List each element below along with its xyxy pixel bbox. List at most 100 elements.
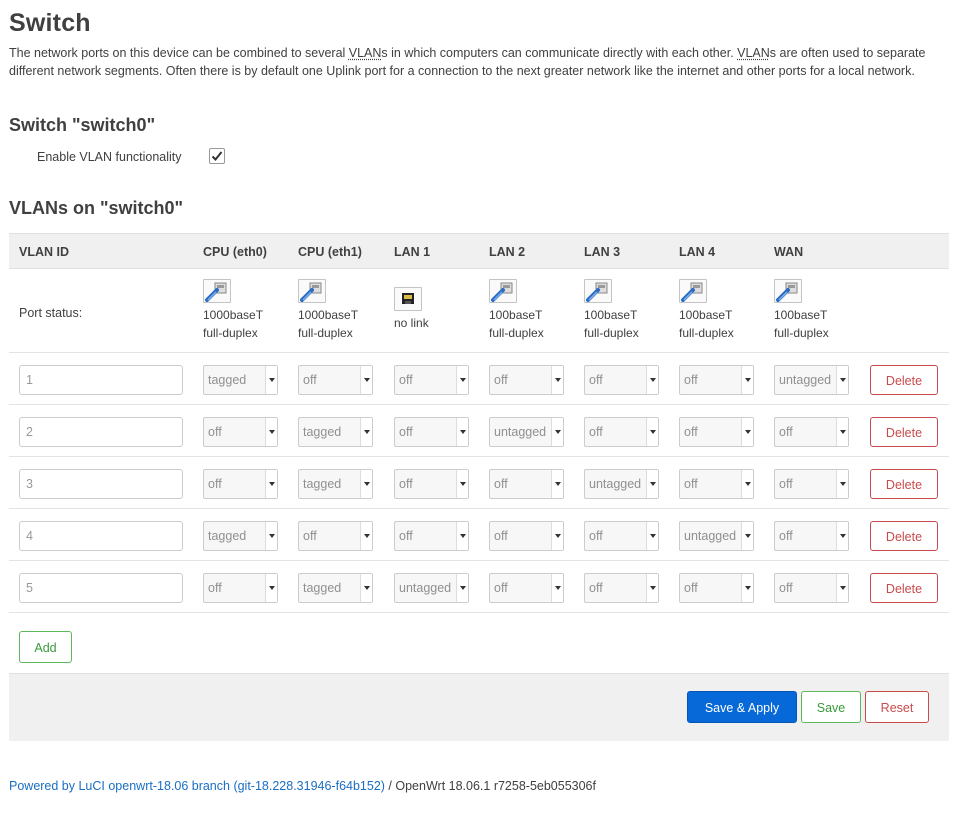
switch-page: Switch The network ports on this device … [0, 0, 964, 822]
port-mode-select-lan3[interactable]: off [584, 521, 659, 551]
vlan-id-input[interactable] [19, 469, 183, 499]
delete-vlan-button[interactable]: Delete [870, 417, 938, 447]
port-mode-select-lan2[interactable]: off [489, 365, 564, 395]
port-mode-select-lan4[interactable]: off [679, 573, 754, 603]
delete-vlan-button[interactable]: Delete [870, 365, 938, 395]
port-status-lan4: 100baseT full-duplex [679, 279, 734, 342]
enable-vlan-label: Enable VLAN functionality [37, 150, 182, 164]
port-mode-select-wan[interactable]: off [774, 573, 849, 603]
port-mode-select-cpu-eth1[interactable]: tagged [298, 417, 373, 447]
port-mode-select-cpu-eth0[interactable]: off [203, 469, 278, 499]
dropdown-arrow-icon [741, 366, 753, 394]
column-header-lan4: LAN 4 [679, 245, 716, 259]
port-mode-value: untagged [399, 581, 452, 595]
port-status-wan: 100baseT full-duplex [774, 279, 829, 342]
add-vlan-button[interactable]: Add [19, 631, 72, 663]
dropdown-arrow-icon [741, 470, 753, 498]
delete-vlan-button[interactable]: Delete [870, 469, 938, 499]
port-mode-select-lan3[interactable]: off [584, 365, 659, 395]
port-mode-select-lan1[interactable]: off [394, 521, 469, 551]
vlan-id-input[interactable] [19, 365, 183, 395]
port-mode-select-lan2[interactable]: off [489, 573, 564, 603]
page-description: The network ports on this device can be … [9, 46, 926, 78]
dropdown-arrow-icon [646, 522, 658, 550]
vlan-row: tagged off off off off off untagged Delete [9, 353, 949, 405]
dropdown-arrow-icon [551, 470, 563, 498]
dropdown-arrow-icon [265, 522, 277, 550]
dropdown-arrow-icon [646, 574, 658, 602]
port-mode-value: off [399, 373, 413, 387]
footer-version: OpenWrt 18.06.1 r7258-5eb055306f [395, 779, 596, 793]
port-mode-select-cpu-eth1[interactable]: off [298, 521, 373, 551]
port-mode-value: tagged [303, 477, 342, 491]
port-status-lan3: 100baseT full-duplex [584, 279, 639, 342]
vlan-id-input[interactable] [19, 573, 183, 603]
ethernet-connected-icon [774, 279, 802, 303]
vlan-row: tagged off off off off untagged off Delete [9, 509, 949, 561]
port-mode-select-lan1[interactable]: off [394, 417, 469, 447]
port-mode-select-cpu-eth0[interactable]: tagged [203, 521, 278, 551]
port-mode-select-wan[interactable]: off [774, 469, 849, 499]
port-mode-value: off [208, 477, 222, 491]
dropdown-arrow-icon [360, 418, 372, 446]
port-mode-select-lan2[interactable]: off [489, 469, 564, 499]
port-mode-select-lan3[interactable]: untagged [584, 469, 659, 499]
port-mode-value: off [684, 373, 698, 387]
port-mode-value: off [779, 581, 793, 595]
port-mode-select-cpu-eth0[interactable]: off [203, 417, 278, 447]
port-mode-value: off [208, 425, 222, 439]
ethernet-connected-icon [298, 279, 326, 303]
delete-vlan-button[interactable]: Delete [870, 573, 938, 603]
port-mode-select-cpu-eth1[interactable]: tagged [298, 469, 373, 499]
vlan-id-input[interactable] [19, 417, 183, 447]
port-mode-select-lan2[interactable]: off [489, 521, 564, 551]
port-mode-select-wan[interactable]: off [774, 521, 849, 551]
port-mode-select-cpu-eth1[interactable]: off [298, 365, 373, 395]
dropdown-arrow-icon [836, 470, 848, 498]
port-mode-select-lan4[interactable]: off [679, 417, 754, 447]
column-header-lan2: LAN 2 [489, 245, 526, 259]
delete-vlan-button[interactable]: Delete [870, 521, 938, 551]
port-mode-select-cpu-eth0[interactable]: off [203, 573, 278, 603]
port-mode-select-lan4[interactable]: off [679, 469, 754, 499]
port-mode-select-lan2[interactable]: untagged [489, 417, 564, 447]
port-mode-select-lan1[interactable]: untagged [394, 573, 469, 603]
dropdown-arrow-icon [741, 418, 753, 446]
save-apply-button[interactable]: Save & Apply [687, 691, 797, 723]
ethernet-connected-icon [679, 279, 707, 303]
port-mode-select-cpu-eth0[interactable]: tagged [203, 365, 278, 395]
reset-button[interactable]: Reset [865, 691, 929, 723]
vlan-id-input[interactable] [19, 521, 183, 551]
port-duplex: full-duplex [203, 326, 258, 340]
port-mode-select-lan1[interactable]: off [394, 365, 469, 395]
dropdown-arrow-icon [456, 418, 468, 446]
column-header-lan1: LAN 1 [394, 245, 431, 259]
port-duplex: full-duplex [774, 326, 829, 340]
dropdown-arrow-icon [551, 418, 563, 446]
luci-link[interactable]: Powered by LuCI openwrt-18.06 branch (gi… [9, 779, 385, 793]
footer-separator: / [384, 779, 396, 793]
port-mode-select-lan1[interactable]: off [394, 469, 469, 499]
dropdown-arrow-icon [836, 366, 848, 394]
port-duplex: full-duplex [489, 326, 544, 340]
column-header-wan: WAN [774, 245, 804, 259]
checkmark-icon [211, 151, 223, 161]
enable-vlan-checkbox[interactable] [209, 148, 225, 164]
port-mode-value: off [494, 373, 508, 387]
dropdown-arrow-icon [265, 574, 277, 602]
port-mode-select-lan3[interactable]: off [584, 573, 659, 603]
port-mode-value: off [589, 529, 603, 543]
dropdown-arrow-icon [551, 366, 563, 394]
vlan-row: off tagged untagged off off off off Delete [9, 561, 949, 613]
port-status-label: Port status: [19, 306, 83, 320]
port-mode-select-wan[interactable]: off [774, 417, 849, 447]
save-button[interactable]: Save [801, 691, 861, 723]
column-header-cpu-eth0: CPU (eth0) [203, 245, 267, 259]
port-mode-select-wan[interactable]: untagged [774, 365, 849, 395]
port-mode-select-lan3[interactable]: off [584, 417, 659, 447]
port-mode-select-lan4[interactable]: off [679, 365, 754, 395]
port-mode-value: off [399, 529, 413, 543]
port-mode-select-lan4[interactable]: untagged [679, 521, 754, 551]
port-mode-select-cpu-eth1[interactable]: tagged [298, 573, 373, 603]
vlan-row: off tagged off off untagged off off Delete [9, 457, 949, 509]
